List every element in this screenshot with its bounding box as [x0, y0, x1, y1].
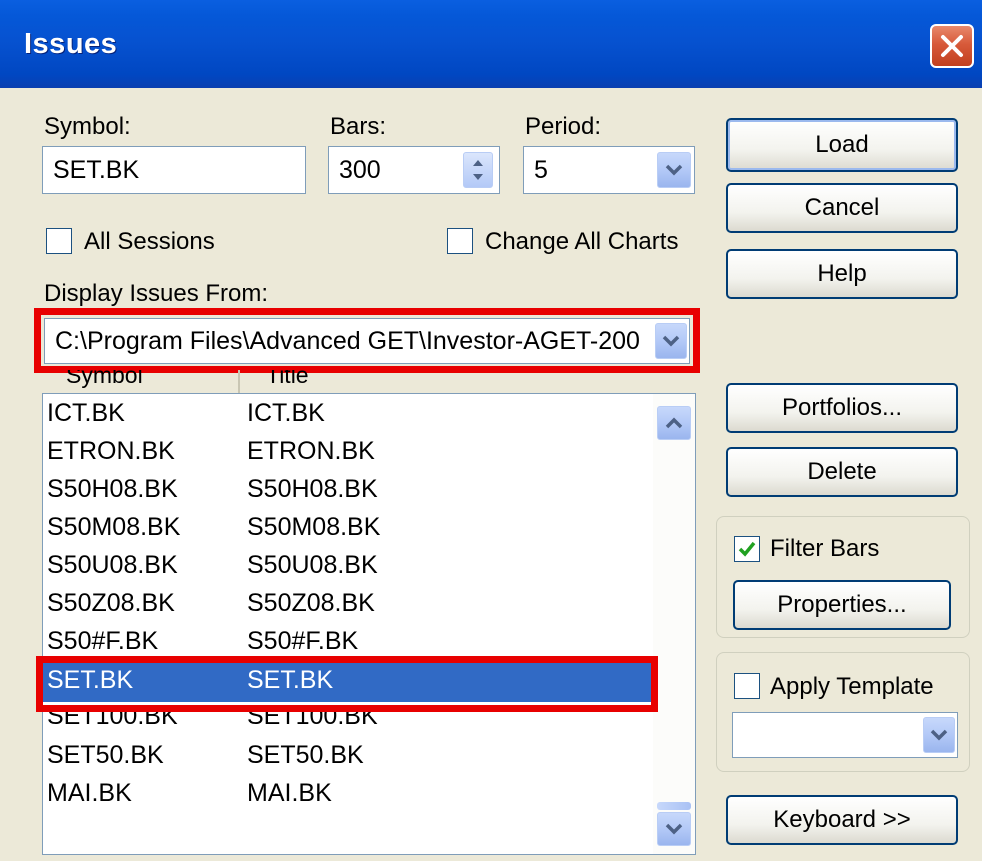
list-item[interactable]: S50Z08.BK S50Z08.BK: [43, 586, 653, 624]
list-item[interactable]: S50#F.BK S50#F.BK: [43, 624, 653, 662]
bars-value: 300: [339, 156, 381, 184]
chevron-down-icon: [662, 335, 680, 347]
apply-template-label[interactable]: Apply Template: [770, 673, 934, 701]
display-issues-from-value: C:\Program Files\Advanced GET\Investor-A…: [55, 327, 640, 355]
list-item[interactable]: S50M08.BK S50M08.BK: [43, 510, 653, 548]
display-issues-from-label: Display Issues From:: [44, 280, 269, 307]
close-icon: [941, 35, 963, 57]
scroll-down-button[interactable]: [657, 812, 691, 846]
list-item[interactable]: ETRON.BK ETRON.BK: [43, 434, 653, 472]
close-button[interactable]: [930, 24, 974, 68]
period-label: Period:: [525, 113, 602, 140]
list-item[interactable]: S50U08.BK S50U08.BK: [43, 548, 653, 586]
list-item[interactable]: SET50.BK SET50.BK: [43, 738, 653, 776]
scroll-thumb[interactable]: [657, 802, 691, 810]
vertical-scrollbar[interactable]: [653, 394, 695, 854]
delete-button[interactable]: Delete: [726, 447, 958, 497]
display-issues-from-select[interactable]: C:\Program Files\Advanced GET\Investor-A…: [44, 318, 690, 364]
chevron-down-icon: [665, 823, 683, 835]
issues-dialog: Issues Symbol: SET.BK Bars: 300 Period: …: [0, 0, 982, 861]
symbol-label: Symbol:: [44, 113, 131, 140]
change-all-charts-label[interactable]: Change All Charts: [485, 228, 678, 256]
list-header: Symbol Title: [42, 370, 696, 393]
load-button[interactable]: Load: [726, 118, 958, 172]
all-sessions-label[interactable]: All Sessions: [84, 228, 215, 256]
change-all-charts-checkbox[interactable]: [447, 228, 473, 254]
list-item-selected[interactable]: SET.BK SET.BK: [43, 662, 653, 702]
bars-spinner[interactable]: [463, 152, 493, 188]
spinner-arrows-icon: [473, 160, 483, 180]
portfolios-button[interactable]: Portfolios...: [726, 383, 958, 433]
chevron-up-icon: [665, 417, 683, 429]
chevron-down-icon: [930, 729, 948, 741]
title-bar[interactable]: Issues: [0, 0, 982, 88]
list-item[interactable]: MAI.BK MAI.BK: [43, 776, 653, 814]
period-value: 5: [534, 156, 548, 184]
column-header-title[interactable]: Title: [266, 370, 309, 389]
bars-input[interactable]: 300: [328, 146, 500, 194]
apply-template-checkbox[interactable]: [734, 673, 760, 699]
checkmark-icon: [738, 541, 756, 557]
filter-bars-label[interactable]: Filter Bars: [770, 535, 879, 563]
column-header-symbol[interactable]: Symbol: [66, 370, 143, 389]
period-select[interactable]: 5: [523, 146, 695, 194]
issues-list[interactable]: ICT.BK ICT.BK ETRON.BK ETRON.BK S50H08.BK S…: [42, 393, 696, 855]
help-button[interactable]: Help: [726, 249, 958, 299]
column-divider[interactable]: [238, 370, 240, 393]
display-issues-dropdown-button[interactable]: [655, 323, 687, 359]
window-title: Issues: [24, 28, 118, 60]
list-item[interactable]: SET100.BK SET100.BK: [43, 702, 653, 740]
filter-bars-checkbox[interactable]: [734, 536, 760, 562]
symbol-input[interactable]: SET.BK: [42, 146, 306, 194]
cancel-button[interactable]: Cancel: [726, 183, 958, 233]
list-item[interactable]: ICT.BK ICT.BK: [43, 396, 653, 434]
period-dropdown-button[interactable]: [657, 152, 691, 188]
list-item[interactable]: S50H08.BK S50H08.BK: [43, 472, 653, 510]
bars-label: Bars:: [330, 113, 387, 140]
chevron-down-icon: [665, 164, 683, 176]
template-select[interactable]: [732, 712, 958, 758]
all-sessions-checkbox[interactable]: [46, 228, 72, 254]
keyboard-button[interactable]: Keyboard >>: [726, 795, 958, 845]
properties-button[interactable]: Properties...: [733, 580, 951, 630]
scroll-up-button[interactable]: [657, 406, 691, 440]
template-dropdown-button[interactable]: [923, 717, 955, 753]
